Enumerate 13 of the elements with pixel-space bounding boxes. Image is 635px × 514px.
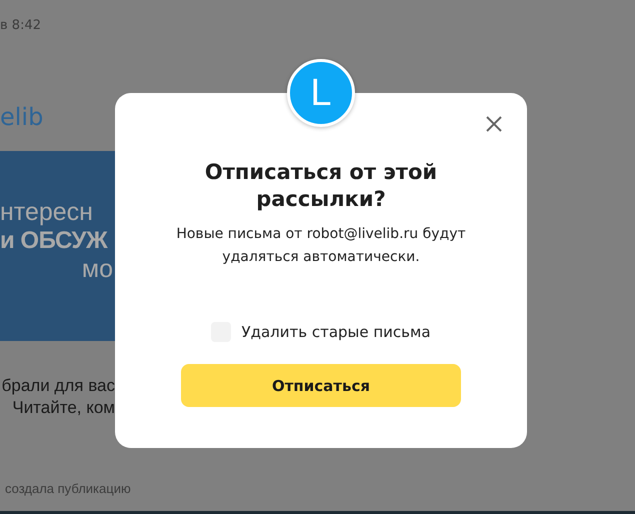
banner-text: и ОБСУЖ — [0, 227, 109, 255]
timestamp: в 8:42 — [0, 18, 42, 33]
intro-text: брали для вас — [2, 375, 115, 397]
close-icon[interactable] — [485, 115, 503, 133]
dialog-title: Отписаться от этой рассылки? — [204, 159, 438, 213]
banner-text: мо — [82, 255, 114, 284]
dialog-message: Новые письма от robot@livelib.ru будут удаляться автоматически. — [175, 225, 467, 267]
activity-text: создала публикацию — [5, 481, 131, 496]
intro-text: Читайте, ком — [12, 397, 115, 419]
checkbox-label[interactable]: Удалить старые письма — [241, 323, 431, 341]
unsubscribe-button[interactable]: Отписаться — [181, 364, 461, 407]
banner-text: нтересн — [0, 198, 94, 227]
avatar: L — [287, 59, 355, 127]
